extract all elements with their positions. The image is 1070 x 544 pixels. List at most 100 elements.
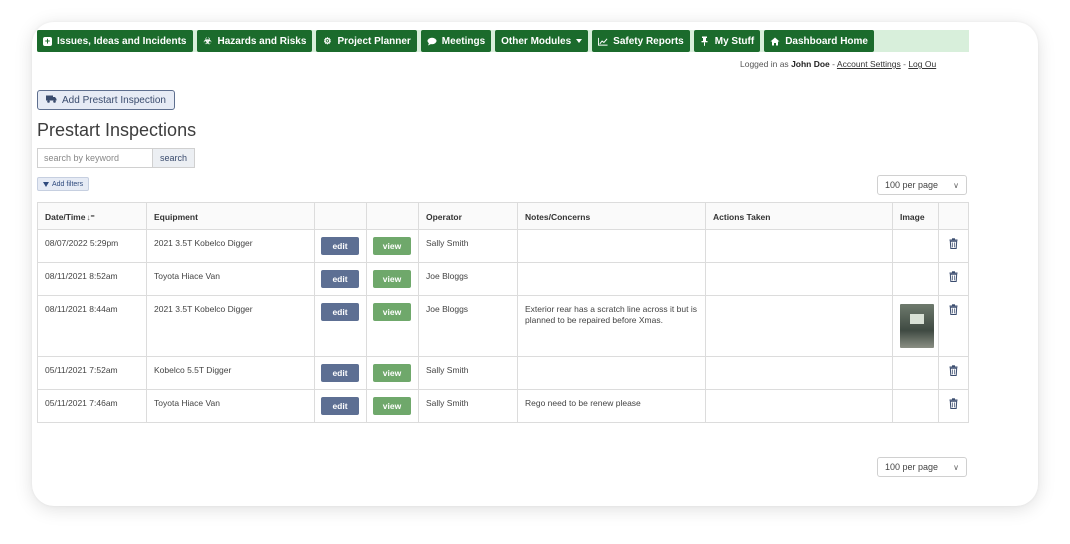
cell-image xyxy=(892,229,939,263)
cell-delete xyxy=(938,229,969,263)
edit-button[interactable]: edit xyxy=(321,397,359,415)
cell-datetime: 05/11/2021 7:52am xyxy=(37,356,147,390)
table-row: 08/11/2021 8:52am Toyota Hiace Van edit … xyxy=(37,262,969,296)
trash-icon[interactable] xyxy=(949,304,958,315)
column-header-actions-taken: Actions Taken xyxy=(705,202,893,230)
cell-image xyxy=(892,295,939,357)
nav-hazards-risks[interactable]: ☣ Hazards and Risks xyxy=(196,30,313,52)
add-prestart-inspection-button[interactable]: Add Prestart Inspection xyxy=(37,90,175,110)
column-header-edit xyxy=(314,202,367,230)
column-header-equipment: Equipment xyxy=(146,202,315,230)
cell-edit: edit xyxy=(314,389,367,423)
nav-meetings[interactable]: Meetings xyxy=(420,30,492,52)
nav-label: Other Modules xyxy=(501,35,572,47)
per-page-select-top[interactable]: 100 per page ∨ xyxy=(877,175,967,195)
view-button[interactable]: view xyxy=(373,364,411,382)
nav-label: Meetings xyxy=(441,35,486,47)
edit-button[interactable]: edit xyxy=(321,364,359,382)
cell-view: view xyxy=(366,229,419,263)
cell-equipment: Toyota Hiace Van xyxy=(146,262,315,296)
nav-issues-ideas-incidents[interactable]: + Issues, Ideas and Incidents xyxy=(37,30,193,52)
chevron-down-icon: ∨ xyxy=(953,462,959,472)
table-header-row: Date/Time↓⁼ Equipment Operator Notes/Con… xyxy=(37,202,969,230)
edit-button[interactable]: edit xyxy=(321,303,359,321)
cell-image xyxy=(892,389,939,423)
trash-icon[interactable] xyxy=(949,398,958,409)
cell-notes: Exterior rear has a scratch line across … xyxy=(517,295,706,357)
cell-actions-taken xyxy=(705,389,893,423)
sort-icon: ↓⁼ xyxy=(86,213,95,222)
account-settings-link[interactable]: Account Settings xyxy=(837,59,901,69)
cell-image xyxy=(892,262,939,296)
view-button[interactable]: view xyxy=(373,270,411,288)
view-button[interactable]: view xyxy=(373,397,411,415)
inspection-photo-thumbnail[interactable] xyxy=(900,304,934,348)
cell-equipment: Kobelco 5.5T Digger xyxy=(146,356,315,390)
biohazard-icon: ☣ xyxy=(203,35,212,46)
cell-edit: edit xyxy=(314,229,367,263)
table-row: 05/11/2021 7:46am Toyota Hiace Van edit … xyxy=(37,389,969,423)
cell-delete xyxy=(938,295,969,357)
login-separator: - xyxy=(832,59,836,69)
cell-datetime: 08/07/2022 5:29pm xyxy=(37,229,147,263)
view-button[interactable]: view xyxy=(373,237,411,255)
trash-icon[interactable] xyxy=(949,365,958,376)
cell-equipment: 2021 3.5T Kobelco Digger xyxy=(146,229,315,263)
edit-button[interactable]: edit xyxy=(321,237,359,255)
nav-label: Dashboard Home xyxy=(785,35,868,47)
cell-notes xyxy=(517,356,706,390)
thumbtack-icon xyxy=(700,36,710,46)
trash-icon[interactable] xyxy=(949,238,958,249)
add-button-label: Add Prestart Inspection xyxy=(62,94,166,106)
cell-image xyxy=(892,356,939,390)
cell-view: view xyxy=(366,295,419,357)
cell-equipment: 2021 3.5T Kobelco Digger xyxy=(146,295,315,357)
cell-edit: edit xyxy=(314,295,367,357)
add-filters-button[interactable]: Add filters xyxy=(37,177,90,191)
column-header-datetime[interactable]: Date/Time↓⁼ xyxy=(37,202,147,230)
edit-button[interactable]: edit xyxy=(321,270,359,288)
cell-view: view xyxy=(366,356,419,390)
table-row: 08/07/2022 5:29pm 2021 3.5T Kobelco Digg… xyxy=(37,229,969,263)
logout-link[interactable]: Log Ou xyxy=(908,59,936,69)
login-user: John Doe xyxy=(791,59,830,69)
per-page-select-bottom[interactable]: 100 per page ∨ xyxy=(877,457,967,477)
cell-view: view xyxy=(366,389,419,423)
cell-edit: edit xyxy=(314,356,367,390)
cell-actions-taken xyxy=(705,262,893,296)
table-row: 08/11/2021 8:44am 2021 3.5T Kobelco Digg… xyxy=(37,295,969,357)
nav-label: Issues, Ideas and Incidents xyxy=(57,35,187,47)
cell-operator: Sally Smith xyxy=(418,389,518,423)
nav-safety-reports[interactable]: Safety Reports xyxy=(592,30,690,52)
nav-my-stuff[interactable]: My Stuff xyxy=(693,30,761,52)
page-title: Prestart Inspections xyxy=(37,120,197,140)
nav-label: My Stuff xyxy=(714,35,755,47)
filter-icon xyxy=(43,181,49,187)
search-bar: search xyxy=(37,148,196,168)
truck-icon xyxy=(46,95,57,106)
table-row: 05/11/2021 7:52am Kobelco 5.5T Digger ed… xyxy=(37,356,969,390)
cell-datetime: 08/11/2021 8:52am xyxy=(37,262,147,296)
cell-operator: Sally Smith xyxy=(418,356,518,390)
search-input[interactable] xyxy=(37,148,152,168)
cell-operator: Joe Bloggs xyxy=(418,295,518,357)
column-header-image: Image xyxy=(892,202,939,230)
add-filters-label: Add filters xyxy=(52,180,84,188)
search-button[interactable]: search xyxy=(152,148,196,168)
cell-notes xyxy=(517,229,706,263)
nav-project-planner[interactable]: ⚙ Project Planner xyxy=(316,30,417,52)
cell-operator: Sally Smith xyxy=(418,229,518,263)
column-header-delete xyxy=(938,202,969,230)
cell-actions-taken xyxy=(705,356,893,390)
line-chart-icon xyxy=(598,36,608,46)
cell-delete xyxy=(938,356,969,390)
nav-other-modules[interactable]: Other Modules xyxy=(495,30,589,52)
top-navbar: + Issues, Ideas and Incidents ☣ Hazards … xyxy=(37,30,969,52)
cell-datetime: 05/11/2021 7:46am xyxy=(37,389,147,423)
view-button[interactable]: view xyxy=(373,303,411,321)
login-separator: - xyxy=(903,59,906,69)
nav-dashboard-home[interactable]: Dashboard Home xyxy=(764,30,874,52)
cell-notes xyxy=(517,262,706,296)
trash-icon[interactable] xyxy=(949,271,958,282)
chevron-down-icon: ∨ xyxy=(953,180,959,190)
